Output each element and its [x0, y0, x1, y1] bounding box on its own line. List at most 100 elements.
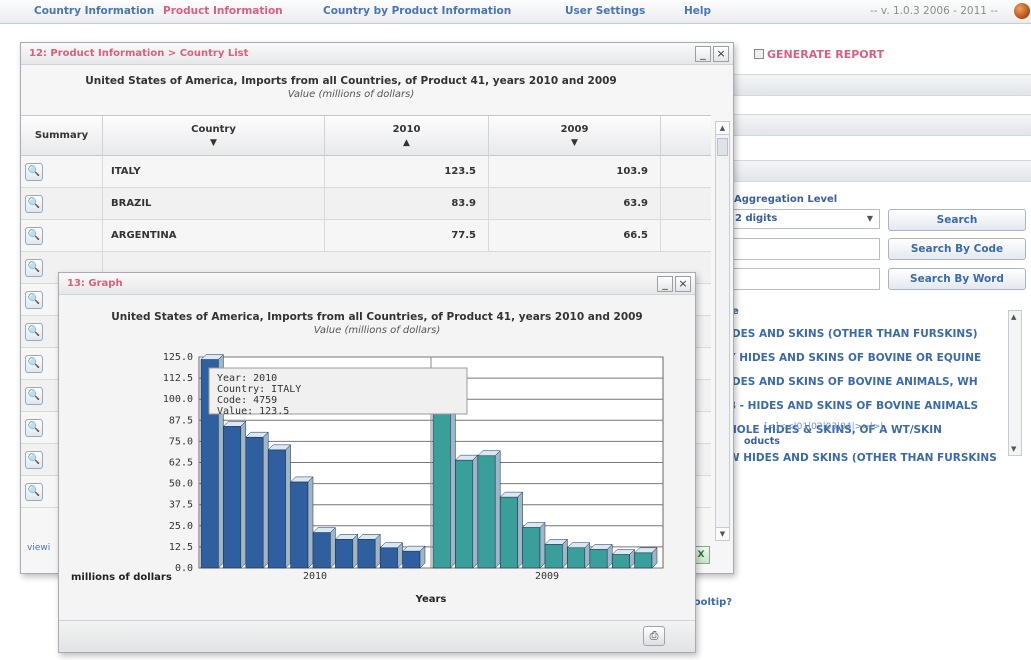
- magnifier-icon[interactable]: 🔍: [25, 419, 43, 437]
- value-2010-cell: 123.5: [325, 156, 489, 188]
- country-cell: ARGENTINA: [103, 220, 325, 252]
- value-2009-cell: 63.9: [489, 188, 661, 220]
- sort-desc-icon[interactable]: ▼: [489, 138, 660, 148]
- search-code-input[interactable]: [730, 238, 880, 260]
- aggregation-level-select[interactable]: 2 digits ▼: [730, 209, 880, 229]
- bar: [544, 544, 563, 569]
- nav-user-settings[interactable]: User Settings: [565, 5, 645, 17]
- bar: [335, 539, 354, 569]
- generate-report-label: GENERATE REPORT: [767, 48, 885, 61]
- country-cell: ITALY: [103, 156, 325, 188]
- x-category-label: 2009: [535, 571, 559, 582]
- window-titlebar[interactable]: 13: Graph _ ×: [59, 273, 695, 295]
- y-tick-label: 125.0: [163, 352, 193, 363]
- panel-bar: [724, 160, 1031, 182]
- tooltip-line: Value: 123.5: [217, 406, 289, 417]
- magnifier-icon[interactable]: 🔍: [25, 227, 43, 245]
- product-item[interactable]: W HIDES AND SKINS (OTHER THAN FURSKINS: [728, 452, 1028, 464]
- nav-help[interactable]: Help: [684, 5, 711, 17]
- list-item[interactable]: B - HIDES AND SKINS OF BOVINE ANIMALS: [728, 396, 1008, 416]
- minimize-icon[interactable]: _: [695, 46, 711, 62]
- bar: [634, 552, 653, 569]
- results-list: e IDES AND SKINS (OTHER THAN FURSKINS) Y…: [724, 306, 1031, 476]
- bar: [379, 547, 398, 569]
- bar: [455, 459, 474, 569]
- aggregation-level-value: 2 digits: [735, 213, 778, 224]
- y-tick-label: 50.0: [169, 479, 193, 490]
- y-tick-label: 75.0: [169, 436, 193, 447]
- search-button[interactable]: Search: [888, 209, 1026, 231]
- search-word-input[interactable]: [730, 268, 880, 290]
- bar-side: [450, 387, 456, 569]
- scroll-up-icon[interactable]: ▲: [1011, 313, 1016, 321]
- column-header-country[interactable]: Country ▼: [103, 116, 325, 156]
- value-2009-cell: 66.5: [489, 220, 661, 252]
- table-row[interactable]: 🔍 ARGENTINA 77.5 66.5: [21, 220, 711, 252]
- window-title: 13: Graph: [67, 278, 123, 289]
- pagination[interactable]: [<]<<|01|02|03|04|>>|>|: [764, 422, 883, 432]
- tooltip-line: Code: 4759: [217, 395, 277, 406]
- magnifier-icon[interactable]: 🔍: [25, 259, 43, 277]
- tooltip-line: Year: 2010: [217, 373, 277, 384]
- graph-window: 13: Graph _ × United States of America, …: [58, 272, 696, 653]
- table-row[interactable]: 🔍 BRAZIL 83.9 63.9: [21, 188, 711, 220]
- search-by-word-button[interactable]: Search By Word: [888, 268, 1026, 290]
- products-label: oducts: [744, 436, 780, 447]
- nav-country-by-product-information[interactable]: Country by Product Information: [323, 5, 511, 17]
- window-titlebar[interactable]: 12: Product Information > Country List _…: [21, 43, 733, 65]
- view-link[interactable]: viewi: [27, 543, 50, 553]
- aggregation-level-label: Aggregation Level: [734, 194, 838, 205]
- generate-report-button[interactable]: GENERATE REPORT: [754, 48, 884, 61]
- list-item[interactable]: IDES AND SKINS OF BOVINE ANIMALS, WH: [728, 372, 1008, 392]
- sort-asc-icon[interactable]: ▲: [325, 138, 488, 148]
- close-icon[interactable]: ×: [713, 46, 729, 62]
- x-axis-label: Years: [415, 594, 447, 605]
- y-tick-label: 62.5: [169, 458, 193, 469]
- y-tick-label: 12.5: [169, 542, 193, 553]
- print-icon[interactable]: ⎙: [643, 626, 665, 646]
- y-tick-label: 87.5: [169, 415, 193, 426]
- scroll-up-icon[interactable]: ▲: [716, 122, 729, 135]
- scroll-thumb[interactable]: [717, 138, 728, 156]
- list-item[interactable]: IDES AND SKINS (OTHER THAN FURSKINS): [728, 324, 1008, 344]
- magnifier-icon[interactable]: 🔍: [25, 451, 43, 469]
- magnifier-icon[interactable]: 🔍: [25, 355, 43, 373]
- magnifier-icon[interactable]: 🔍: [25, 195, 43, 213]
- table-row[interactable]: 🔍 ITALY 123.5 103.9: [21, 156, 711, 188]
- bar: [611, 554, 630, 569]
- top-navigation: Country Information Product Information …: [0, 0, 1031, 24]
- bar-side: [240, 420, 247, 569]
- table-subheading: Value (millions of dollars): [287, 89, 415, 100]
- globe-icon[interactable]: [1014, 3, 1030, 19]
- chevron-down-icon: ▼: [866, 214, 873, 223]
- table-scrollbar[interactable]: ▲ ▼: [715, 121, 730, 541]
- magnifier-icon[interactable]: 🔍: [25, 387, 43, 405]
- bar-chart: 125.0 112.5 100.0 87.5 75.0 62.5 50.0 37.5 25.0 1…: [71, 352, 664, 605]
- column-header-2009[interactable]: 2009 ▼: [489, 116, 661, 156]
- bar-side: [352, 533, 359, 569]
- sort-desc-icon[interactable]: ▼: [103, 138, 324, 148]
- bar-side: [539, 521, 546, 569]
- nav-product-information[interactable]: Product Information: [163, 5, 283, 17]
- scroll-down-icon[interactable]: ▼: [716, 527, 729, 540]
- minimize-icon[interactable]: _: [657, 276, 673, 292]
- panel-bar: [724, 74, 1031, 96]
- bar-side: [330, 526, 336, 569]
- nav-country-information[interactable]: Country Information: [34, 5, 154, 17]
- bar: [402, 550, 421, 569]
- bar: [589, 549, 608, 569]
- magnifier-icon[interactable]: 🔍: [25, 163, 43, 181]
- search-by-code-button[interactable]: Search By Code: [888, 238, 1026, 260]
- summary-cell: 🔍: [21, 156, 103, 188]
- summary-cell: 🔍: [21, 220, 103, 252]
- magnifier-icon[interactable]: 🔍: [25, 483, 43, 501]
- bar: [357, 539, 376, 569]
- close-icon[interactable]: ×: [675, 276, 691, 292]
- column-header-2010[interactable]: 2010 ▲: [325, 116, 489, 156]
- results-scrollbar[interactable]: ▲ ▼: [1008, 310, 1022, 456]
- table-heading: United States of America, Imports from a…: [85, 75, 617, 87]
- magnifier-icon[interactable]: 🔍: [25, 323, 43, 341]
- magnifier-icon[interactable]: 🔍: [25, 291, 43, 309]
- list-item[interactable]: Y HIDES AND SKINS OF BOVINE OR EQUINE: [728, 348, 1008, 368]
- y-tick-label: 112.5: [163, 373, 193, 384]
